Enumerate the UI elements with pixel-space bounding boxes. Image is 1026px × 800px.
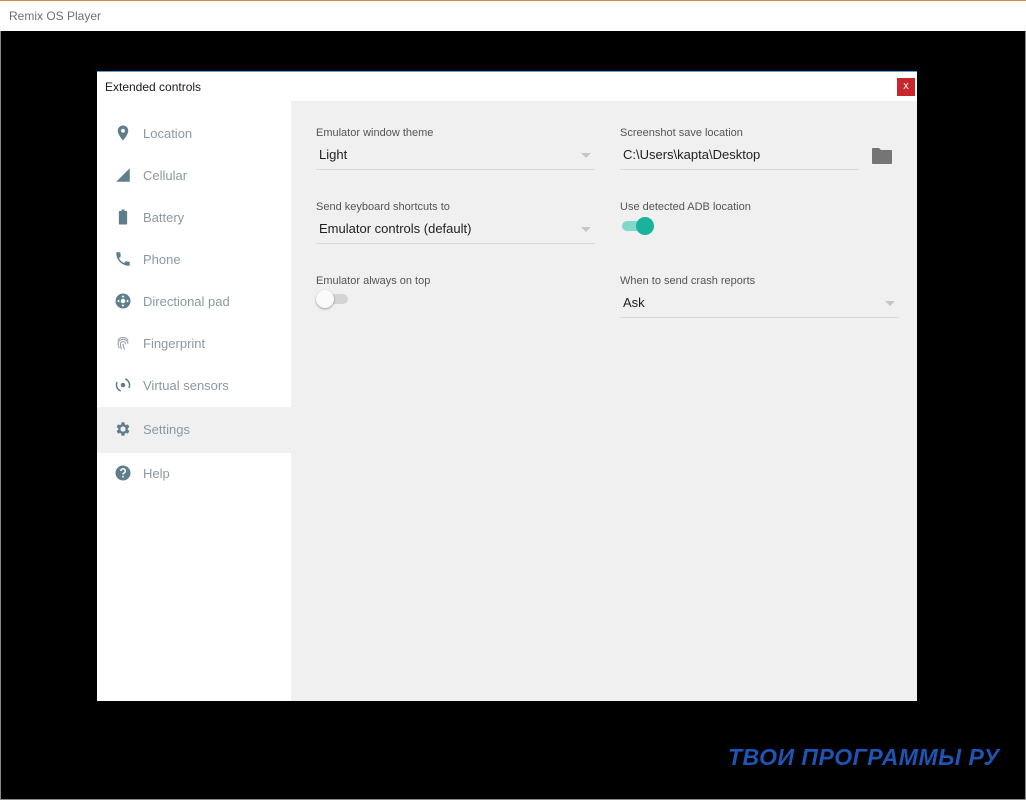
shortcuts-value: Emulator controls (default) <box>319 221 472 236</box>
toggle-thumb <box>636 217 654 235</box>
crash-reports-value: Ask <box>623 295 645 310</box>
sidebar-item-battery[interactable]: Battery <box>97 195 291 241</box>
adb-location-toggle[interactable] <box>620 216 656 236</box>
dialog-header: Extended controls x <box>97 72 917 101</box>
sidebar-item-directional-pad[interactable]: Directional pad <box>97 279 291 325</box>
gear-icon <box>114 420 132 438</box>
dialog-title: Extended controls <box>105 80 202 94</box>
shortcuts-select[interactable]: Emulator controls (default) <box>316 216 595 244</box>
virtual-sensors-icon <box>114 376 132 394</box>
location-pin-icon <box>114 124 132 142</box>
sidebar-item-phone[interactable]: Phone <box>97 237 291 283</box>
folder-icon[interactable] <box>871 147 893 165</box>
close-button[interactable]: x <box>897 78 915 96</box>
cellular-signal-icon <box>114 166 132 184</box>
sidebar-item-label: Directional pad <box>143 294 230 309</box>
sidebar-item-label: Cellular <box>143 168 188 183</box>
sidebar-item-help[interactable]: Help <box>97 451 291 497</box>
directional-pad-icon <box>114 292 132 310</box>
toggle-thumb <box>316 290 334 308</box>
theme-label: Emulator window theme <box>316 127 434 139</box>
sidebar-item-fingerprint[interactable]: Fingerprint <box>97 321 291 367</box>
sidebar-nav: Location Cellular Battery Phone Directio… <box>97 101 291 701</box>
phone-icon <box>114 250 132 268</box>
sidebar-item-label: Phone <box>143 252 181 267</box>
always-on-top-label: Emulator always on top <box>316 275 431 287</box>
help-icon <box>114 464 132 482</box>
sidebar-item-label: Battery <box>143 210 185 225</box>
settings-panel: Emulator window theme Light Send keyboar… <box>291 101 917 701</box>
fingerprint-icon <box>114 334 132 352</box>
chevron-down-icon <box>885 301 895 306</box>
window-titlebar: Remix OS Player <box>0 0 1026 31</box>
sidebar-item-label: Virtual sensors <box>143 378 229 393</box>
extended-controls-dialog: Extended controls x Location Cellular Ba… <box>97 71 917 701</box>
sidebar-item-settings[interactable]: Settings <box>97 407 291 453</box>
sidebar-item-virtual-sensors[interactable]: Virtual sensors <box>97 363 291 409</box>
screenshot-location-label: Screenshot save location <box>620 127 743 139</box>
screenshot-location-value: C:\Users\kapta\Desktop <box>623 147 761 162</box>
sidebar-item-location[interactable]: Location <box>97 111 291 157</box>
window-title: Remix OS Player <box>9 9 102 23</box>
adb-location-label: Use detected ADB location <box>620 201 751 213</box>
window-border-left <box>0 31 1 800</box>
shortcuts-label: Send keyboard shortcuts to <box>316 201 450 213</box>
crash-reports-select[interactable]: Ask <box>620 290 899 318</box>
always-on-top-toggle[interactable] <box>316 289 352 309</box>
screenshot-location-field[interactable]: C:\Users\kapta\Desktop <box>620 142 859 170</box>
chevron-down-icon <box>581 153 591 158</box>
sidebar-item-cellular[interactable]: Cellular <box>97 153 291 199</box>
watermark-logo: ТВОИ ПРОГРАММЫ РУ <box>728 744 1000 770</box>
crash-reports-label: When to send crash reports <box>620 275 756 287</box>
theme-select[interactable]: Light <box>316 142 595 170</box>
battery-icon <box>114 208 132 226</box>
sidebar-item-label: Location <box>143 126 193 141</box>
sidebar-item-label: Help <box>143 466 170 481</box>
sidebar-item-label: Fingerprint <box>143 336 206 351</box>
chevron-down-icon <box>581 227 591 232</box>
theme-value: Light <box>319 147 348 162</box>
sidebar-item-label: Settings <box>143 422 190 437</box>
